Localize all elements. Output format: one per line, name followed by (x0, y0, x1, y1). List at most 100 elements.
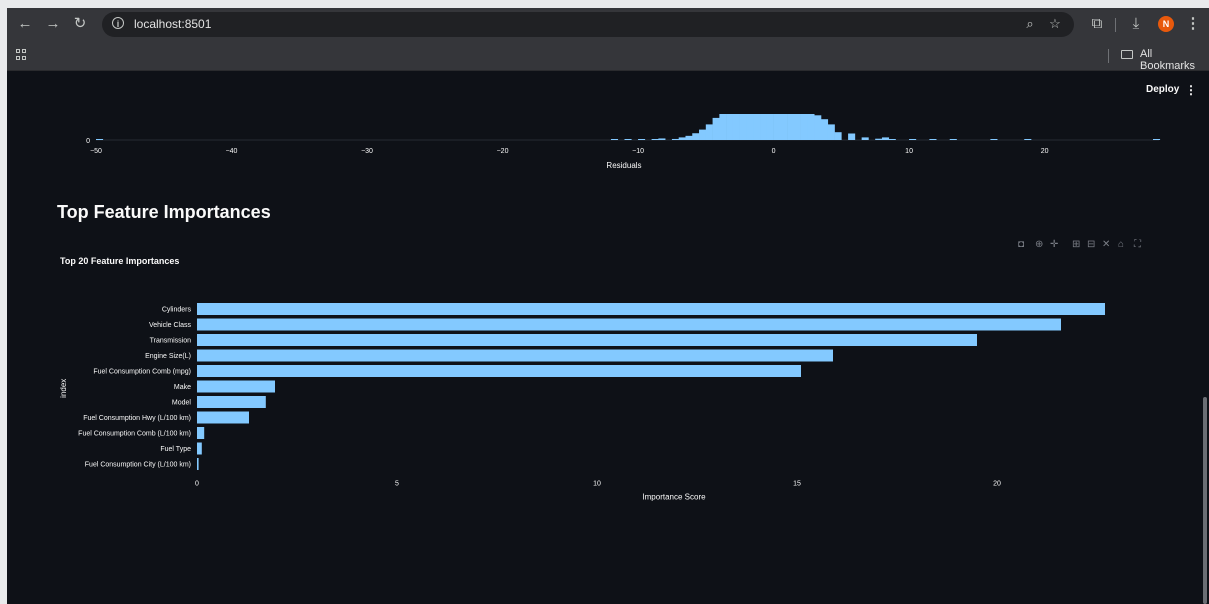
x-tick-label: −50 (90, 148, 102, 155)
histogram-bar (888, 139, 896, 140)
zoom-out-icon[interactable]: ⊟ (1087, 239, 1095, 250)
y-tick-label: Make (174, 384, 191, 391)
download-icon[interactable]: ⤓ (1126, 14, 1146, 34)
avatar[interactable]: N (1158, 16, 1174, 32)
histogram-bar (760, 114, 768, 140)
y-tick-label: Model (172, 400, 192, 407)
all-bookmarks-link[interactable]: All Bookmarks (1140, 48, 1209, 72)
histogram-bar (827, 124, 835, 140)
feature-bar (197, 349, 833, 362)
url-text[interactable]: localhost:8501 (134, 17, 211, 31)
y-tick-label: Fuel Consumption Comb (mpg) (93, 369, 191, 376)
zoom-icon[interactable]: ⊕ (1035, 239, 1043, 250)
x-tick-label: 20 (1041, 148, 1049, 155)
histogram-bar (685, 135, 693, 140)
y-tick-label: Cylinders (162, 307, 192, 314)
y-tick-label: Fuel Type (160, 446, 191, 453)
camera-icon[interactable]: ◘ (1018, 239, 1024, 250)
x-tick-label: −30 (361, 148, 373, 155)
zoom-icon[interactable]: ⌕ (1022, 16, 1038, 32)
reset-axes-icon[interactable]: ⌂ (1118, 239, 1124, 250)
feature-bar (197, 427, 205, 439)
feature-bar (197, 380, 275, 393)
browser-window: ← → ↻ i localhost:8501 ⌕ ☆ ⧉ ⤓ N ⋮ All B… (7, 8, 1209, 604)
histogram-bar (848, 133, 856, 140)
histogram-bar (726, 114, 734, 140)
x-tick-label: 20 (993, 481, 1001, 488)
star-icon[interactable]: ☆ (1047, 16, 1063, 32)
histogram-bar (800, 114, 808, 140)
feature-bar (197, 318, 1061, 331)
residuals-histogram: 0−50 −40 −30 −20 −10 0 10 20Residuals (86, 114, 1161, 170)
histogram-bar (861, 137, 869, 140)
info-icon[interactable]: i (112, 17, 124, 29)
x-tick-label: −20 (497, 148, 509, 155)
x-tick-label: 10 (905, 148, 913, 155)
x-tick-label: −40 (226, 148, 238, 155)
feature-bar (197, 365, 801, 377)
histogram-bar (671, 138, 680, 140)
histogram-bar (929, 139, 937, 140)
x-tick-label: 5 (395, 481, 399, 488)
y-tick-label: Engine Size(L) (145, 353, 191, 360)
histogram-bar (678, 137, 686, 140)
histogram-bar (807, 114, 815, 140)
y-tick-label: Vehicle Class (149, 322, 192, 329)
histogram-bar (705, 124, 713, 140)
histogram-bar (1024, 139, 1032, 140)
y-tick-label: Fuel Consumption City (L/100 km) (85, 462, 191, 469)
histogram-bar (753, 114, 761, 140)
histogram-bar (820, 119, 829, 140)
address-bar[interactable]: i localhost:8501 ⌕ ☆ (102, 12, 1074, 37)
histogram-bar (712, 117, 720, 140)
pan-icon[interactable]: ✛ (1050, 239, 1058, 250)
histogram-bar (990, 139, 998, 140)
back-icon[interactable]: ← (15, 14, 35, 34)
section-title: Top Feature Importances (57, 202, 271, 222)
bookmarks-divider (1108, 49, 1109, 63)
histogram-bar (793, 114, 801, 140)
histogram-bar (746, 114, 754, 140)
streamlit-app: Deploy ⋮ 0 −50 −40 −30 −20 −10 0 10 20 Residuals … (7, 71, 1209, 604)
y-tick-label: Transmission (150, 338, 191, 345)
scrollbar[interactable] (1203, 397, 1207, 604)
histogram-bar (881, 137, 890, 140)
reload-icon[interactable]: ↻ (70, 14, 90, 34)
histogram-bar (1153, 139, 1161, 140)
histogram-bar (834, 132, 842, 140)
extensions-icon[interactable]: ⧉ (1087, 14, 1107, 34)
x-tick-label: 0 (772, 148, 776, 155)
histogram-bar (732, 114, 740, 140)
histogram-bar (814, 115, 822, 140)
x-axis-title: Residuals (606, 161, 641, 170)
chart-title: Top 20 Feature Importances (60, 256, 180, 266)
y-tick-label: Fuel Consumption Comb (L/100 km) (78, 431, 191, 438)
menu-icon[interactable]: ⋮ (1183, 14, 1203, 34)
autoscale-icon[interactable]: ✕ (1102, 239, 1110, 250)
x-tick-label: 10 (593, 481, 601, 488)
x-tick-label: −10 (632, 148, 644, 155)
histogram-bar (692, 133, 700, 140)
histogram-bar (96, 139, 104, 140)
zoom-in-icon[interactable]: ⊞ (1072, 239, 1080, 250)
histogram-bar (766, 114, 774, 140)
forward-icon[interactable]: → (43, 14, 63, 34)
feature-bar (197, 411, 249, 424)
histogram-bar (651, 139, 659, 140)
x-tick-label: 15 (793, 481, 801, 488)
y-tick-label: 0 (86, 138, 90, 145)
toolbar-divider (1115, 18, 1116, 32)
x-axis-title: Importance Score (642, 493, 706, 502)
feature-importance-chart: Cylinders Vehicle Class Transmission Engine… (59, 303, 1105, 502)
histogram-bar (624, 139, 632, 140)
histogram-bar (699, 129, 707, 140)
histogram-bar (658, 138, 666, 140)
histogram-bar (949, 139, 957, 140)
feature-bar (197, 458, 199, 470)
histogram-bar (610, 139, 619, 140)
histogram-bar (780, 114, 788, 140)
apps-icon[interactable] (16, 49, 27, 60)
fullscreen-icon[interactable]: ⛶ (1134, 239, 1141, 250)
histogram-bar (773, 114, 781, 140)
feature-bar (197, 334, 977, 346)
